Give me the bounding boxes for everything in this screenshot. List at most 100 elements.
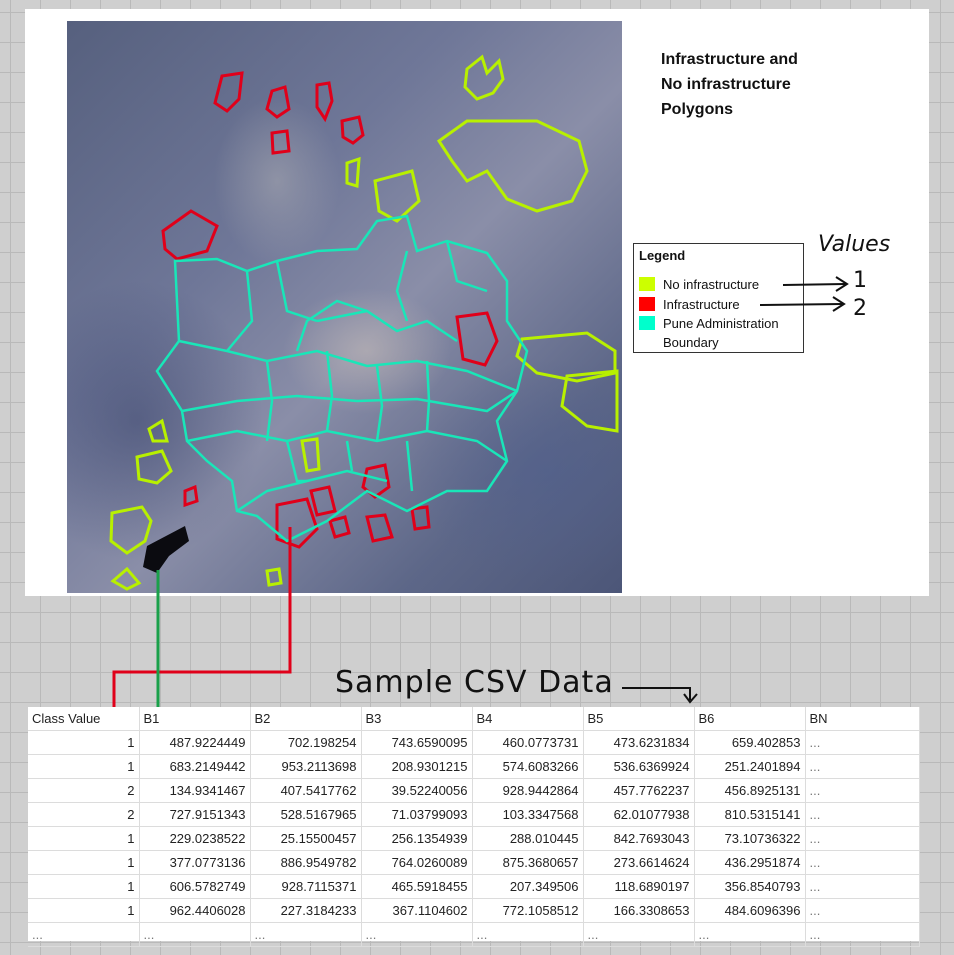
column-header: B3: [361, 707, 473, 731]
table-cell: ...: [805, 826, 920, 851]
csv-caption: Sample CSV Data: [335, 665, 614, 700]
table-cell: 288.010445: [472, 826, 584, 851]
table-cell: 377.0773136: [139, 850, 251, 875]
table-cell: ...: [805, 754, 920, 779]
table-cell: 207.349506: [472, 874, 584, 899]
table-cell: 953.2113698: [250, 754, 362, 779]
legend-label-infrastructure: Infrastructure: [663, 297, 740, 312]
table-cell: 208.9301215: [361, 754, 473, 779]
legend-item-boundary: Pune Administration: [639, 314, 779, 333]
legend-label-boundary-line2: Boundary: [663, 335, 719, 350]
table-cell: 367.1104602: [361, 898, 473, 923]
legend-item-no-infrastructure: No infrastructure: [639, 275, 759, 294]
swatch-boundary: [639, 316, 655, 330]
table-cell: 25.15500457: [250, 826, 362, 851]
table-cell: 659.402853: [694, 730, 806, 755]
table-cell: ...: [805, 730, 920, 755]
table-cell: 886.9549782: [250, 850, 362, 875]
table-cell: 436.2951874: [694, 850, 806, 875]
table-cell: 273.6614624: [583, 850, 695, 875]
table-row: 1 683.2149442 953.2113698 208.9301215 574.60…: [28, 754, 920, 779]
table-cell: ...: [805, 802, 920, 827]
table-cell: 407.5417762: [250, 778, 362, 803]
swatch-infrastructure: [639, 297, 655, 311]
table-cell: 528.5167965: [250, 802, 362, 827]
water-body: [143, 526, 189, 573]
table-cell: 473.6231834: [583, 730, 695, 755]
table-cell: 2: [28, 802, 140, 827]
table-cell: 928.7115371: [250, 874, 362, 899]
table-cell: ...: [805, 850, 920, 875]
table-row: ........................: [28, 922, 920, 947]
table-cell: ...: [472, 922, 584, 947]
column-header: B6: [694, 707, 806, 731]
table-cell: 118.6890197: [583, 874, 695, 899]
polygon-overlay: [109, 54, 619, 591]
table-cell: 62.01077938: [583, 802, 695, 827]
table-cell: 842.7693043: [583, 826, 695, 851]
boundary-polygons: [155, 214, 529, 543]
map-title-line-1: Infrastructure and: [661, 51, 798, 68]
values-heading: Values: [818, 232, 891, 257]
table-cell: 73.10736322: [694, 826, 806, 851]
table-cell: 928.9442864: [472, 778, 584, 803]
table-cell: 962.4406028: [139, 898, 251, 923]
value-label-2: 2: [853, 296, 867, 321]
table-cell: 574.6083266: [472, 754, 584, 779]
table-cell: 103.3347568: [472, 802, 584, 827]
csv-table-grid: Class Value B1 B2 B3 B4 B5 B6 BN 1 487.9224449 702…: [28, 707, 920, 947]
column-header: B5: [583, 707, 695, 731]
legend-title: Legend: [639, 248, 686, 263]
table-row: 1 606.5782749 928.7115371 465.5918455 207.34…: [28, 874, 920, 899]
table-row: 2 134.9341467 407.5417762 39.52240056 928.94…: [28, 778, 920, 803]
table-cell: 743.6590095: [361, 730, 473, 755]
table-row: 2 727.9151343 528.5167965 71.03799093 103.33…: [28, 802, 920, 827]
table-cell: 134.9341467: [139, 778, 251, 803]
satellite-image: [67, 21, 622, 593]
table-row: 1 487.9224449 702.198254 743.6590095 460.077…: [28, 730, 920, 755]
value-label-1: 1: [853, 268, 867, 293]
table-cell: 1: [28, 850, 140, 875]
table-cell: ...: [28, 922, 140, 947]
column-header: B4: [472, 707, 584, 731]
legend-label-boundary: Pune Administration: [663, 316, 779, 331]
column-header: BN: [805, 707, 920, 731]
no-infrastructure-polygons: [109, 54, 619, 591]
column-header: B2: [250, 707, 362, 731]
table-cell: ...: [583, 922, 695, 947]
table-cell: 1: [28, 826, 140, 851]
table-cell: 2: [28, 778, 140, 803]
arrow-csv-caption-head: [683, 693, 698, 704]
table-cell: 606.5782749: [139, 874, 251, 899]
table-cell: ...: [361, 922, 473, 947]
table-cell: 875.3680657: [472, 850, 584, 875]
map-title-line-2: No infrastructure: [661, 76, 791, 93]
table-cell: ...: [805, 898, 920, 923]
legend-label-no-infrastructure: No infrastructure: [663, 277, 760, 292]
legend-box: Legend No infrastructure Infrastructure …: [633, 243, 804, 353]
table-cell: 256.1354939: [361, 826, 473, 851]
table-cell: 772.1058512: [472, 898, 584, 923]
table-cell: ...: [694, 922, 806, 947]
table-cell: 39.52240056: [361, 778, 473, 803]
table-cell: 71.03799093: [361, 802, 473, 827]
table-row: 1 229.0238522 25.15500457 256.1354939 288.01…: [28, 826, 920, 851]
map-title: Infrastructure and No infrastructure Pol…: [661, 47, 861, 122]
arrow-csv-caption: [622, 687, 691, 700]
table-cell: ...: [805, 778, 920, 803]
table-cell: 166.3308653: [583, 898, 695, 923]
table-cell: ...: [805, 874, 920, 899]
table-cell: 251.2401894: [694, 754, 806, 779]
table-cell: 356.8540793: [694, 874, 806, 899]
table-cell: 229.0238522: [139, 826, 251, 851]
table-cell: 1: [28, 874, 140, 899]
table-cell: 484.6096396: [694, 898, 806, 923]
table-cell: 1: [28, 754, 140, 779]
map-title-line-3: Polygons: [661, 101, 734, 118]
column-header: Class Value: [28, 707, 140, 731]
table-row: 1 377.0773136 886.9549782 764.0260089 875.36…: [28, 850, 920, 875]
table-cell: 683.2149442: [139, 754, 251, 779]
table-cell: 810.5315141: [694, 802, 806, 827]
table-cell: 1: [28, 898, 140, 923]
table-cell: 457.7762237: [583, 778, 695, 803]
